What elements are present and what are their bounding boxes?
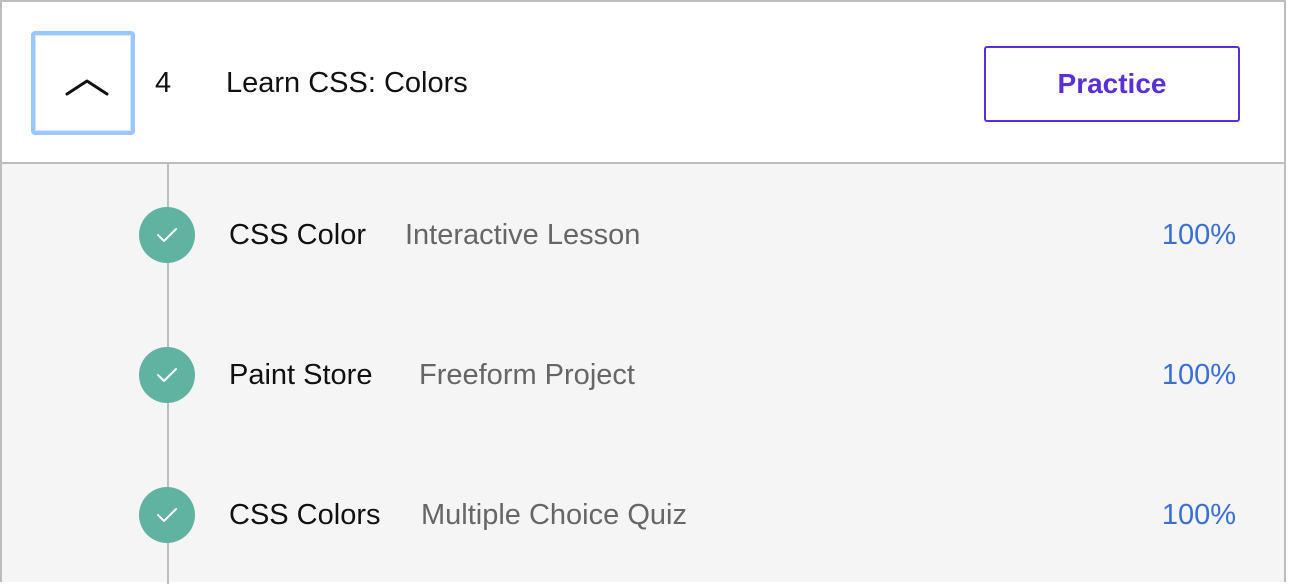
collapse-toggle-button[interactable] [31, 31, 135, 135]
completed-check-icon [139, 487, 195, 543]
lesson-row[interactable]: Paint Store Freeform Project 100% [2, 345, 1284, 405]
module-title: Learn CSS: Colors [226, 67, 468, 99]
lesson-progress: 100% [1161, 359, 1236, 391]
module-header: 4 Learn CSS: Colors Practice [2, 2, 1284, 164]
lesson-name: CSS Colors [229, 499, 381, 531]
lesson-type: Multiple Choice Quiz [421, 499, 687, 531]
completed-check-icon [139, 347, 195, 403]
completed-check-icon [139, 207, 195, 263]
lesson-row[interactable]: CSS Colors Multiple Choice Quiz 100% [2, 485, 1284, 545]
lesson-name: CSS Color [229, 219, 366, 251]
lesson-name: Paint Store [229, 359, 373, 391]
module-number: 4 [155, 67, 172, 99]
lesson-progress: 100% [1161, 499, 1236, 531]
module-panel: 4 Learn CSS: Colors Practice CSS Color I… [0, 0, 1286, 584]
lesson-type: Interactive Lesson [405, 219, 641, 251]
lesson-type: Freeform Project [419, 359, 635, 391]
lesson-row[interactable]: CSS Color Interactive Lesson 100% [2, 205, 1284, 265]
practice-button[interactable]: Practice [984, 46, 1240, 122]
lesson-progress: 100% [1161, 219, 1236, 251]
chevron-up-icon [65, 79, 109, 96]
